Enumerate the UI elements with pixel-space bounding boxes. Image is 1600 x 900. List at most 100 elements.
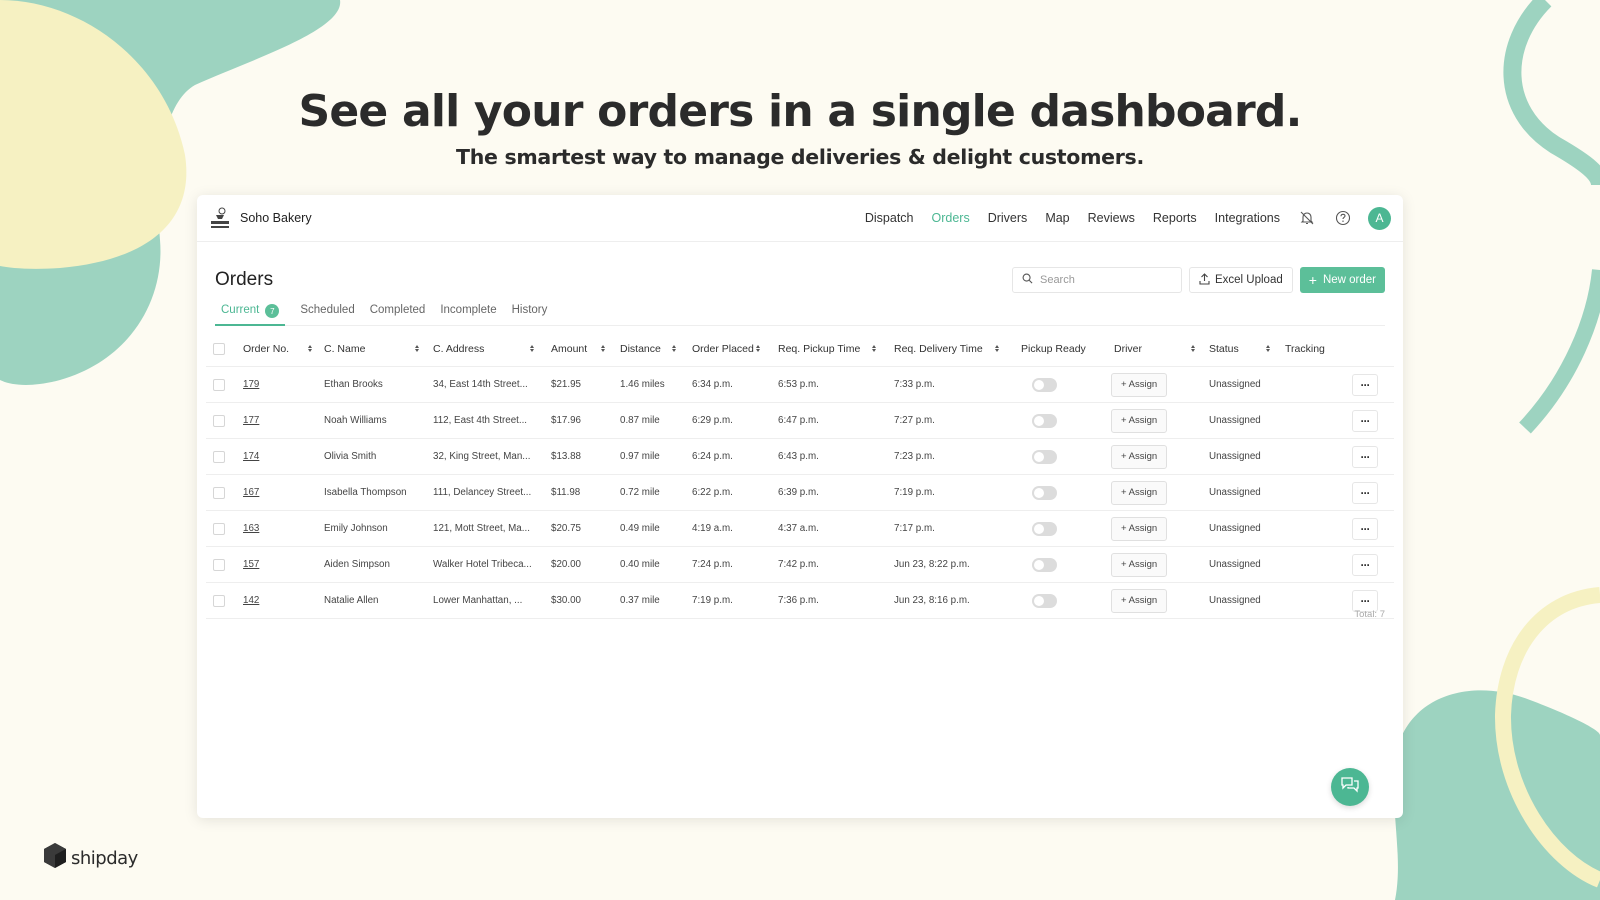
- sort-amount-icon[interactable]: [597, 331, 605, 366]
- search-box[interactable]: [1011, 267, 1182, 293]
- bell-off-icon[interactable]: [1298, 209, 1316, 227]
- col-status[interactable]: Status: [1209, 331, 1239, 366]
- order-tabs: Current 7 Scheduled Completed Incomplete…: [215, 304, 1385, 326]
- search-input[interactable]: [1039, 274, 1170, 286]
- cell-name: Emily Johnson: [324, 523, 388, 534]
- cell-distance: 0.87 mile: [620, 415, 660, 426]
- sort-driver-icon[interactable]: [1187, 331, 1195, 366]
- assign-driver-button[interactable]: + Assign: [1111, 480, 1168, 505]
- cell-delivery: 7:17 p.m.: [894, 523, 935, 534]
- row-select-cell: [213, 511, 225, 546]
- table-row[interactable]: 142 Natalie Allen Lower Manhattan, ... $30.…: [206, 583, 1394, 619]
- col-order-placed[interactable]: Order Placed: [692, 331, 754, 366]
- col-req-delivery-time[interactable]: Req. Delivery Time: [894, 331, 983, 366]
- order-number-link[interactable]: 179: [243, 379, 259, 390]
- row-checkbox[interactable]: [213, 414, 225, 427]
- col-amount[interactable]: Amount: [551, 331, 587, 366]
- order-number-link[interactable]: 167: [243, 487, 259, 498]
- row-checkbox[interactable]: [213, 450, 225, 463]
- sort-status-icon[interactable]: [1262, 331, 1270, 366]
- tab-incomplete[interactable]: Incomplete: [440, 304, 496, 326]
- more-actions-icon[interactable]: ···: [1352, 481, 1378, 504]
- more-actions-icon[interactable]: ···: [1352, 409, 1378, 432]
- nav-reports[interactable]: Reports: [1153, 211, 1197, 225]
- col-distance[interactable]: Distance: [620, 331, 661, 366]
- col-driver[interactable]: Driver: [1114, 331, 1142, 366]
- nav-map[interactable]: Map: [1045, 211, 1069, 225]
- sort-req-delivery-icon[interactable]: [991, 331, 999, 366]
- nav-dispatch[interactable]: Dispatch: [865, 211, 914, 225]
- table-row[interactable]: 157 Aiden Simpson Walker Hotel Tribeca... $…: [206, 547, 1394, 583]
- sort-c-address-icon[interactable]: [526, 331, 534, 366]
- pickup-ready-toggle[interactable]: [1032, 413, 1057, 428]
- row-checkbox[interactable]: [213, 378, 225, 391]
- assign-driver-button[interactable]: + Assign: [1111, 444, 1168, 469]
- row-checkbox[interactable]: [213, 522, 225, 535]
- table-row[interactable]: 163 Emily Johnson 121, Mott Street, Ma... $…: [206, 511, 1394, 547]
- sort-distance-icon[interactable]: [668, 331, 676, 366]
- table-row[interactable]: 174 Olivia Smith 32, King Street, Man... $1…: [206, 439, 1394, 475]
- assign-driver-button[interactable]: + Assign: [1111, 408, 1168, 433]
- order-number-link[interactable]: 177: [243, 415, 259, 426]
- table-row[interactable]: 167 Isabella Thompson 111, Delancey Street…: [206, 475, 1394, 511]
- assign-driver-button[interactable]: + Assign: [1111, 372, 1168, 397]
- assign-driver-button[interactable]: + Assign: [1111, 588, 1168, 613]
- cell-address: 32, King Street, Man...: [433, 451, 531, 462]
- pickup-ready-toggle[interactable]: [1032, 485, 1057, 500]
- excel-upload-button[interactable]: Excel Upload: [1188, 267, 1293, 293]
- pickup-ready-toggle[interactable]: [1032, 557, 1057, 572]
- row-checkbox[interactable]: [213, 486, 225, 499]
- order-number-link[interactable]: 142: [243, 595, 259, 606]
- hero-subtitle: The smartest way to manage deliveries & …: [456, 145, 1144, 169]
- pickup-ready-toggle[interactable]: [1032, 449, 1057, 464]
- row-checkbox[interactable]: [213, 594, 225, 607]
- tab-current[interactable]: Current 7: [215, 304, 286, 326]
- cell-pickup: 7:42 p.m.: [778, 559, 819, 570]
- order-number-link[interactable]: 174: [243, 451, 259, 462]
- table-row[interactable]: 177 Noah Williams 112, East 4th Street... $…: [206, 403, 1394, 439]
- sort-c-name-icon[interactable]: [411, 331, 419, 366]
- tab-completed[interactable]: Completed: [370, 304, 426, 326]
- pickup-ready-toggle[interactable]: [1032, 593, 1057, 608]
- order-number-link[interactable]: 157: [243, 559, 259, 570]
- excel-upload-label: Excel Upload: [1214, 274, 1283, 286]
- user-avatar[interactable]: A: [1368, 206, 1391, 230]
- driver-cell: + Assign: [1111, 547, 1168, 582]
- table-row[interactable]: 179 Ethan Brooks 34, East 14th Street... $2…: [206, 367, 1394, 403]
- pickup-ready-toggle[interactable]: [1032, 521, 1057, 536]
- sort-req-pickup-icon[interactable]: [868, 331, 876, 366]
- col-req-pickup-time[interactable]: Req. Pickup Time: [778, 331, 860, 366]
- tab-scheduled[interactable]: Scheduled: [300, 304, 354, 326]
- nav-reviews[interactable]: Reviews: [1088, 211, 1135, 225]
- nav-drivers[interactable]: Drivers: [988, 211, 1028, 225]
- chat-button[interactable]: [1331, 768, 1369, 806]
- soho-bakery-logo: [209, 205, 231, 231]
- nav-orders[interactable]: Orders: [932, 211, 970, 225]
- col-order-no[interactable]: Order No.: [243, 331, 289, 366]
- more-actions-icon[interactable]: ···: [1352, 445, 1378, 468]
- tab-history[interactable]: History: [512, 304, 548, 326]
- assign-driver-button[interactable]: + Assign: [1111, 516, 1168, 541]
- sort-order-placed-icon[interactable]: [752, 331, 760, 366]
- new-order-button[interactable]: + New order: [1299, 267, 1385, 293]
- cell-delivery: 7:27 p.m.: [894, 415, 935, 426]
- col-c-name[interactable]: C. Name: [324, 331, 365, 366]
- sort-order-no-icon[interactable]: [304, 331, 312, 366]
- more-actions-icon[interactable]: ···: [1352, 517, 1378, 540]
- more-actions-icon[interactable]: ···: [1352, 553, 1378, 576]
- pickup-ready-toggle[interactable]: [1032, 377, 1057, 392]
- assign-driver-button[interactable]: + Assign: [1111, 552, 1168, 577]
- order-number-cell: 179: [243, 367, 259, 402]
- order-number-link[interactable]: 163: [243, 523, 259, 534]
- cell-distance: 0.97 mile: [620, 451, 660, 462]
- help-circle-icon[interactable]: [1334, 209, 1352, 227]
- nav-integrations[interactable]: Integrations: [1215, 211, 1280, 225]
- tab-current-count-badge: 7: [265, 304, 280, 318]
- col-c-address[interactable]: C. Address: [433, 331, 484, 366]
- driver-cell: + Assign: [1111, 583, 1168, 618]
- cell-amount: $21.95: [551, 379, 581, 390]
- more-actions-icon[interactable]: ···: [1352, 373, 1378, 396]
- actions-cell: ···: [1352, 403, 1378, 438]
- select-all-checkbox[interactable]: [213, 342, 225, 355]
- row-checkbox[interactable]: [213, 558, 225, 571]
